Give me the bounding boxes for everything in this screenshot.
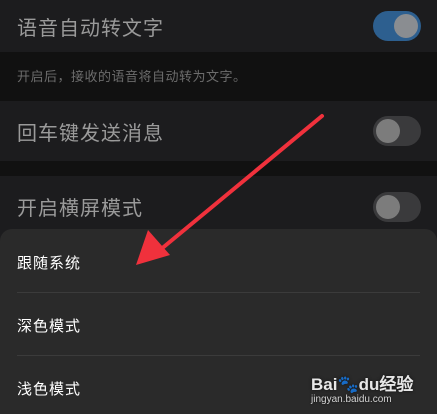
setting-row-voice-to-text[interactable]: 语音自动转文字: [0, 0, 437, 52]
baidu-jingyan-watermark: Bai🐾du经验 jingyan.baidu.com: [311, 370, 431, 410]
toggle-knob: [376, 119, 400, 143]
option-label: 深色模式: [17, 316, 82, 335]
divider: [17, 355, 420, 356]
landscape-toggle[interactable]: [373, 192, 421, 222]
watermark-logo-right: 经验: [379, 375, 414, 394]
theme-option-follow-system[interactable]: 跟随系统: [17, 231, 420, 293]
watermark-logo-mid: du: [358, 375, 380, 394]
watermark-url: jingyan.baidu.com: [311, 394, 392, 405]
voice-to-text-toggle[interactable]: [373, 11, 421, 41]
voice-to-text-label: 语音自动转文字: [17, 15, 164, 40]
watermark-logo: Bai🐾du经验: [311, 370, 413, 395]
toggle-knob: [394, 14, 418, 38]
option-label: 跟随系统: [17, 253, 82, 272]
paw-icon: 🐾: [337, 375, 359, 394]
landscape-label: 开启横屏模式: [17, 196, 143, 220]
divider: [17, 292, 420, 293]
setting-row-enter-send[interactable]: 回车键发送消息: [0, 101, 437, 161]
enter-send-label: 回车键发送消息: [17, 120, 164, 145]
watermark-logo-left: Bai: [311, 375, 338, 394]
screen: 语音自动转文字 开启后，接收的语音将自动转为文字。 回车键发送消息 开启横屏模式…: [0, 0, 437, 414]
voice-to-text-hint: 开启后，接收的语音将自动转为文字。: [17, 70, 247, 85]
enter-send-toggle[interactable]: [373, 116, 421, 146]
toggle-knob: [376, 195, 400, 219]
option-label: 浅色模式: [17, 379, 82, 398]
theme-option-dark[interactable]: 深色模式: [17, 294, 420, 356]
